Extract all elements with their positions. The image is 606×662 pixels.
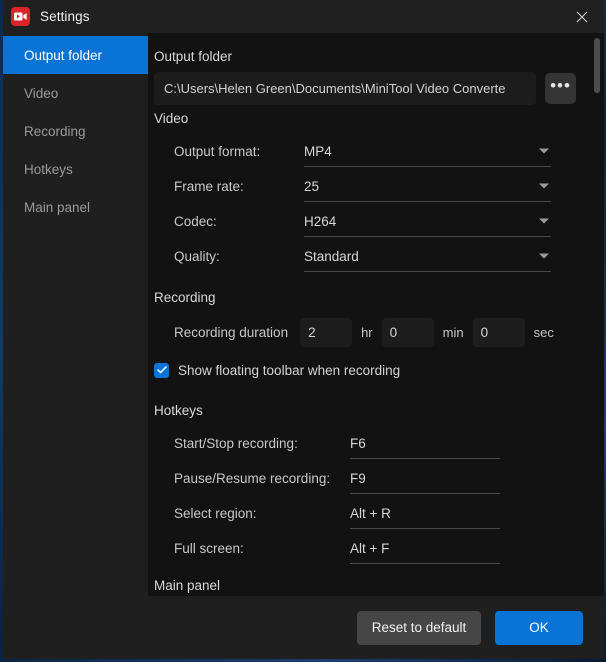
sidebar-item-label: Recording	[24, 124, 86, 139]
dialog-footer: Reset to default OK	[3, 596, 604, 659]
section-title-recording: Recording	[148, 290, 604, 305]
field-label: Quality:	[174, 249, 304, 264]
duration-hours-unit: hr	[361, 325, 373, 340]
ok-button[interactable]: OK	[495, 611, 583, 645]
sidebar-item-video[interactable]: Video	[3, 74, 148, 112]
field-frame-rate: Frame rate: 25	[148, 169, 604, 204]
hotkey-label: Full screen:	[174, 541, 350, 556]
scrollbar-thumb[interactable]	[594, 38, 600, 93]
floating-toolbar-checkbox[interactable]	[154, 363, 169, 378]
chevron-down-icon	[539, 254, 549, 259]
section-title-video: Video	[148, 111, 604, 126]
output-format-select[interactable]: MP4	[304, 136, 551, 167]
sidebar-item-label: Main panel	[24, 200, 90, 215]
hotkey-select-region-input[interactable]: Alt + R	[350, 498, 500, 529]
section-title-hotkeys: Hotkeys	[148, 403, 604, 418]
settings-window: Settings Output folder Video Recording H…	[3, 0, 604, 659]
hotkey-pause-resume-row: Pause/Resume recording: F9	[148, 461, 604, 496]
select-value: Standard	[304, 249, 359, 264]
hotkey-label: Start/Stop recording:	[174, 436, 350, 451]
output-folder-path-input[interactable]: C:\Users\Helen Green\Documents\MiniTool …	[154, 72, 536, 105]
quality-select[interactable]: Standard	[304, 241, 551, 272]
section-title-main-panel: Main panel	[148, 578, 604, 593]
sidebar-item-recording[interactable]: Recording	[3, 112, 148, 150]
frame-rate-select[interactable]: 25	[304, 171, 551, 202]
hotkey-full-screen-row: Full screen: Alt + F	[148, 531, 604, 566]
field-label: Output format:	[174, 144, 304, 159]
field-output-format: Output format: MP4	[148, 134, 604, 169]
sidebar-nav: Output folder Video Recording Hotkeys Ma…	[3, 33, 148, 596]
duration-hours-input[interactable]: 2	[300, 318, 352, 347]
hotkey-label: Select region:	[174, 506, 350, 521]
field-label: Codec:	[174, 214, 304, 229]
chevron-down-icon	[539, 149, 549, 154]
video-camera-icon	[11, 7, 30, 26]
reset-to-default-button[interactable]: Reset to default	[357, 611, 481, 645]
duration-seconds-input[interactable]: 0	[473, 318, 525, 347]
title-bar: Settings	[3, 0, 604, 33]
recording-duration-label: Recording duration	[174, 325, 288, 340]
field-quality: Quality: Standard	[148, 239, 604, 274]
section-title-output-folder: Output folder	[148, 49, 604, 64]
select-value: MP4	[304, 144, 332, 159]
field-codec: Codec: H264	[148, 204, 604, 239]
hotkey-full-screen-input[interactable]: Alt + F	[350, 533, 500, 564]
codec-select[interactable]: H264	[304, 206, 551, 237]
sidebar-item-label: Hotkeys	[24, 162, 73, 177]
hotkey-label: Pause/Resume recording:	[174, 471, 350, 486]
field-label: Frame rate:	[174, 179, 304, 194]
recording-duration-row: Recording duration 2 hr 0 min 0 sec	[148, 313, 604, 351]
sidebar-item-label: Video	[24, 86, 58, 101]
hotkey-start-stop-input[interactable]: F6	[350, 428, 500, 459]
select-value: 25	[304, 179, 319, 194]
settings-content-panel: Output folder C:\Users\Helen Green\Docum…	[148, 33, 604, 596]
settings-body: Output folder Video Recording Hotkeys Ma…	[3, 33, 604, 596]
sidebar-item-hotkeys[interactable]: Hotkeys	[3, 150, 148, 188]
output-folder-row: C:\Users\Helen Green\Documents\MiniTool …	[148, 72, 604, 105]
floating-toolbar-row[interactable]: Show floating toolbar when recording	[148, 355, 604, 385]
hotkey-start-stop-row: Start/Stop recording: F6	[148, 426, 604, 461]
sidebar-item-label: Output folder	[24, 48, 102, 63]
content-scrollbar[interactable]	[594, 35, 600, 594]
duration-minutes-input[interactable]: 0	[382, 318, 434, 347]
browse-ellipsis-icon: •••	[550, 82, 571, 90]
duration-minutes-unit: min	[443, 325, 464, 340]
sidebar-item-main-panel[interactable]: Main panel	[3, 188, 148, 226]
hotkey-pause-resume-input[interactable]: F9	[350, 463, 500, 494]
floating-toolbar-label: Show floating toolbar when recording	[178, 363, 400, 378]
close-icon[interactable]	[559, 0, 604, 33]
select-value: H264	[304, 214, 336, 229]
window-title: Settings	[40, 9, 90, 24]
chevron-down-icon	[539, 184, 549, 189]
chevron-down-icon	[539, 219, 549, 224]
sidebar-item-output-folder[interactable]: Output folder	[3, 36, 148, 74]
hotkey-select-region-row: Select region: Alt + R	[148, 496, 604, 531]
duration-seconds-unit: sec	[534, 325, 554, 340]
browse-folder-button[interactable]: •••	[545, 73, 576, 104]
settings-scroll-area: Output folder C:\Users\Helen Green\Docum…	[148, 33, 604, 596]
